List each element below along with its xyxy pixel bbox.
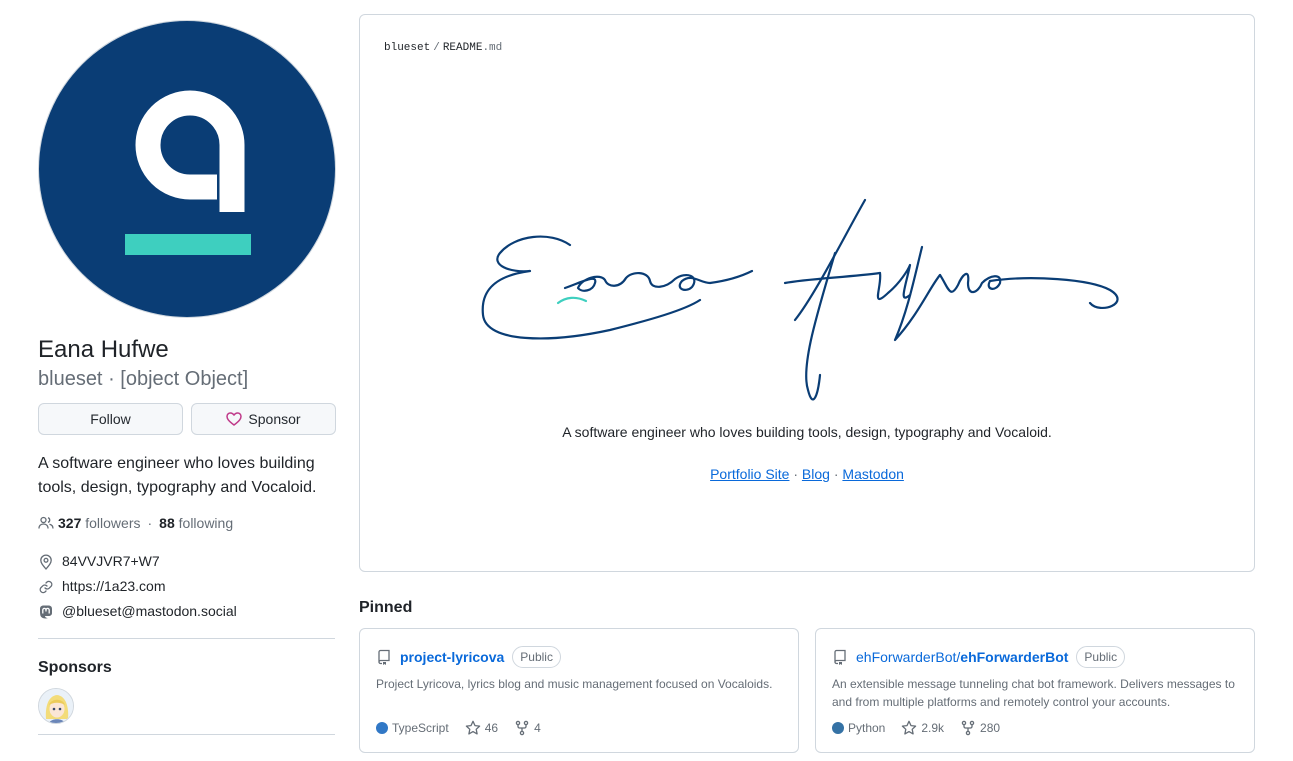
pinned-repo-header: project-lyricova Public [376,645,782,669]
link-separator: · [793,466,799,482]
pronouns: [object Object] [120,368,249,390]
profile-page: Eana Hufwe blueset · [object Object] Fol… [0,0,1293,761]
repo-stars-link[interactable]: 2.9k [901,720,944,736]
link-icon [39,580,53,593]
following-link[interactable]: 88 following [159,515,233,531]
star-icon [465,720,480,735]
mastodon-link[interactable]: @blueset@mastodon.social [62,599,237,624]
heart-icon [226,412,243,426]
repo-name: ehForwarderBot [960,649,1069,665]
repo-description: Project Lyricova, lyrics blog and music … [376,677,773,691]
profile-bio: A software engineer who loves building t… [38,455,317,496]
following-count: 88 [159,515,175,531]
visibility-badge: Public [1076,646,1126,668]
blog-link[interactable]: Blog [802,466,830,482]
followers-link[interactable]: 327 followers [58,515,141,531]
repo-name-link[interactable]: ehForwarderBot/ehForwarderBot [856,649,1068,665]
repo-meta: Python 2.9k 280 [832,720,1000,736]
mastodon-item: @blueset@mastodon.social [38,599,336,624]
sponsor-label: Sponsor [248,411,301,427]
website-link[interactable]: https://1a23.com [62,574,166,599]
repo-meta: TypeScript 46 4 [376,720,541,736]
follow-button[interactable]: Follow [38,403,183,435]
location-icon [40,554,52,570]
portfolio-link[interactable]: Portfolio Site [710,466,789,482]
readme-links: Portfolio Site · Blog · Mastodon [360,466,1254,482]
repo-name-link[interactable]: project-lyricova [400,649,504,665]
profile-full-name: Eana Hufwe [38,336,169,363]
mastodon-icon [40,605,52,618]
sponsor-button[interactable]: Sponsor [191,403,336,435]
stats-separator: · [147,515,153,531]
signature-image [481,198,1119,401]
pinned-repo-card: project-lyricova Public Project Lyricova… [359,628,799,753]
website-item: https://1a23.com [38,574,336,599]
forks-count: 4 [534,721,541,735]
language-color-dot [376,722,388,734]
language-color-dot [832,722,844,734]
fork-icon [515,720,529,736]
language-name: Python [848,721,886,735]
repo-stars-link[interactable]: 46 [465,720,498,736]
profile-handle: blueset · [object Object] [38,366,336,392]
readme-tagline: A software engineer who loves building t… [562,424,1052,440]
follow-label: Follow [90,411,131,427]
following-label: following [178,515,234,531]
language-name: TypeScript [392,721,449,735]
followers-label: followers [85,515,141,531]
pinned-repo-card: ehForwarderBot/ehForwarderBot Public An … [815,628,1255,753]
sidebar-divider [38,638,335,639]
handle-separator: · [108,368,115,390]
pinned-repo-header: ehForwarderBot/ehForwarderBot Public [832,645,1238,669]
readme-repo-link[interactable]: blueset [384,42,430,54]
repo-icon [378,649,390,665]
readme-file-name: README [442,42,483,54]
link-separator: · [833,466,839,482]
repo-name: project-lyricova [400,649,505,665]
forks-count: 280 [980,721,1001,735]
profile-details: 84VVJVR7+W7 https://1a23.com @blueset@ma… [38,549,336,624]
repo-description: An extensible message tunneling chat bot… [832,677,1235,709]
readme-breadcrumb: blueset / README.md [384,42,502,54]
repo-forks-link[interactable]: 280 [960,720,1000,736]
profile-actions: Follow Sponsor [38,403,336,435]
repo-owner: ehForwarderBot/ [856,649,961,665]
location-item: 84VVJVR7+W7 [38,549,336,574]
sponsors-heading: Sponsors [38,659,112,676]
path-separator: / [433,42,440,54]
visibility-badge: Public [512,646,561,668]
location-text: 84VVJVR7+W7 [62,553,160,569]
people-icon [38,516,54,529]
repo-language: Python [832,721,885,735]
fork-icon [961,720,975,736]
stars-count: 2.9k [921,721,945,735]
mastodon-link[interactable]: Mastodon [842,466,903,482]
repo-language: TypeScript [376,721,449,735]
repo-forks-link[interactable]: 4 [514,720,541,736]
sponsor-avatar[interactable] [38,688,74,724]
pinned-heading: Pinned [359,599,413,616]
profile-sidebar: Eana Hufwe blueset · [object Object] Fol… [38,20,336,735]
sidebar-divider-bottom [38,734,335,735]
star-icon [902,720,917,735]
stars-count: 46 [484,721,499,735]
repo-icon [834,649,846,665]
avatar[interactable] [38,20,336,318]
followers-count: 327 [58,515,82,531]
username: blueset [38,368,103,390]
readme-file-ext: .md [482,42,503,54]
follow-stats: 327 followers · 88 following [38,515,336,531]
profile-readme: blueset / README.md A software engineer … [359,14,1255,572]
